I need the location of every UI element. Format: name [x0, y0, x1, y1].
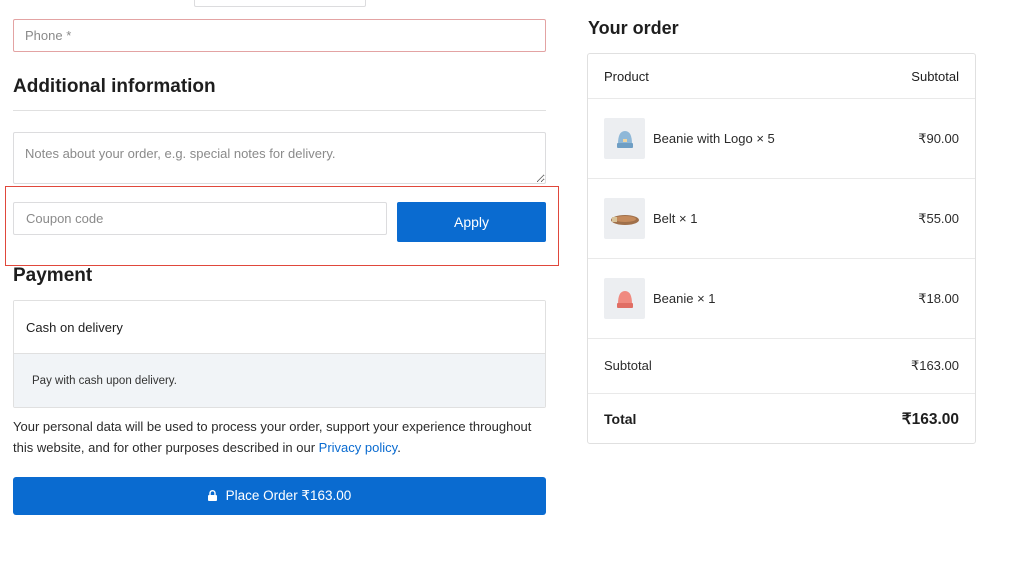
- privacy-suffix: .: [397, 440, 401, 455]
- item-price: ₹18.00: [918, 290, 959, 306]
- privacy-text: Your personal data will be used to proce…: [13, 419, 532, 455]
- item-price: ₹90.00: [918, 130, 959, 146]
- beanie-thumbnail: [604, 278, 645, 319]
- payment-option-label: Cash on delivery: [26, 319, 123, 335]
- order-item: Belt × 1 ₹55.00: [588, 179, 975, 259]
- item-name: Beanie × 1: [653, 291, 716, 306]
- item-name: Belt × 1: [653, 211, 698, 226]
- phone-field[interactable]: [13, 19, 546, 52]
- subtotal-label: Subtotal: [604, 358, 652, 373]
- coupon-code-input[interactable]: [13, 202, 387, 235]
- total-row: Total ₹163.00: [588, 394, 975, 444]
- order-summary: Product Subtotal Beanie with Logo × 5 ₹9…: [587, 53, 976, 444]
- apply-coupon-button[interactable]: Apply: [397, 202, 546, 242]
- item-price: ₹55.00: [918, 210, 959, 226]
- privacy-notice: Your personal data will be used to proce…: [13, 416, 553, 458]
- payment-methods: Cash on delivery Pay with cash upon deli…: [13, 300, 546, 408]
- section-divider: [13, 110, 546, 111]
- product-column-header: Product: [604, 68, 649, 84]
- total-value: ₹163.00: [901, 410, 959, 428]
- payment-description: Pay with cash upon delivery.: [14, 354, 545, 407]
- subtotal-row: Subtotal ₹163.00: [588, 338, 975, 394]
- privacy-policy-link[interactable]: Privacy policy: [319, 440, 398, 455]
- order-table-header: Product Subtotal: [588, 54, 975, 99]
- payment-description-text: Pay with cash upon delivery.: [32, 375, 177, 387]
- additional-information-heading: Additional information: [13, 76, 216, 97]
- place-order-button[interactable]: Place Order ₹163.00: [13, 477, 546, 515]
- item-name: Beanie with Logo × 5: [653, 131, 775, 146]
- your-order-heading: Your order: [588, 18, 679, 38]
- order-notes-field[interactable]: [13, 132, 546, 184]
- belt-thumbnail: [604, 198, 645, 239]
- order-item: Beanie with Logo × 5 ₹90.00: [588, 99, 975, 179]
- order-item: Beanie × 1 ₹18.00: [588, 259, 975, 339]
- place-order-label: Place Order ₹163.00: [225, 488, 352, 503]
- subtotal-value: ₹163.00: [910, 357, 959, 373]
- total-label: Total: [604, 411, 637, 427]
- beanie-with-logo-thumbnail: [604, 118, 645, 159]
- payment-heading: Payment: [13, 265, 93, 286]
- subtotal-column-header: Subtotal: [911, 68, 959, 84]
- payment-option-cod[interactable]: Cash on delivery: [14, 301, 545, 354]
- lock-icon: [207, 489, 217, 501]
- address-field-partial[interactable]: [194, 0, 366, 7]
